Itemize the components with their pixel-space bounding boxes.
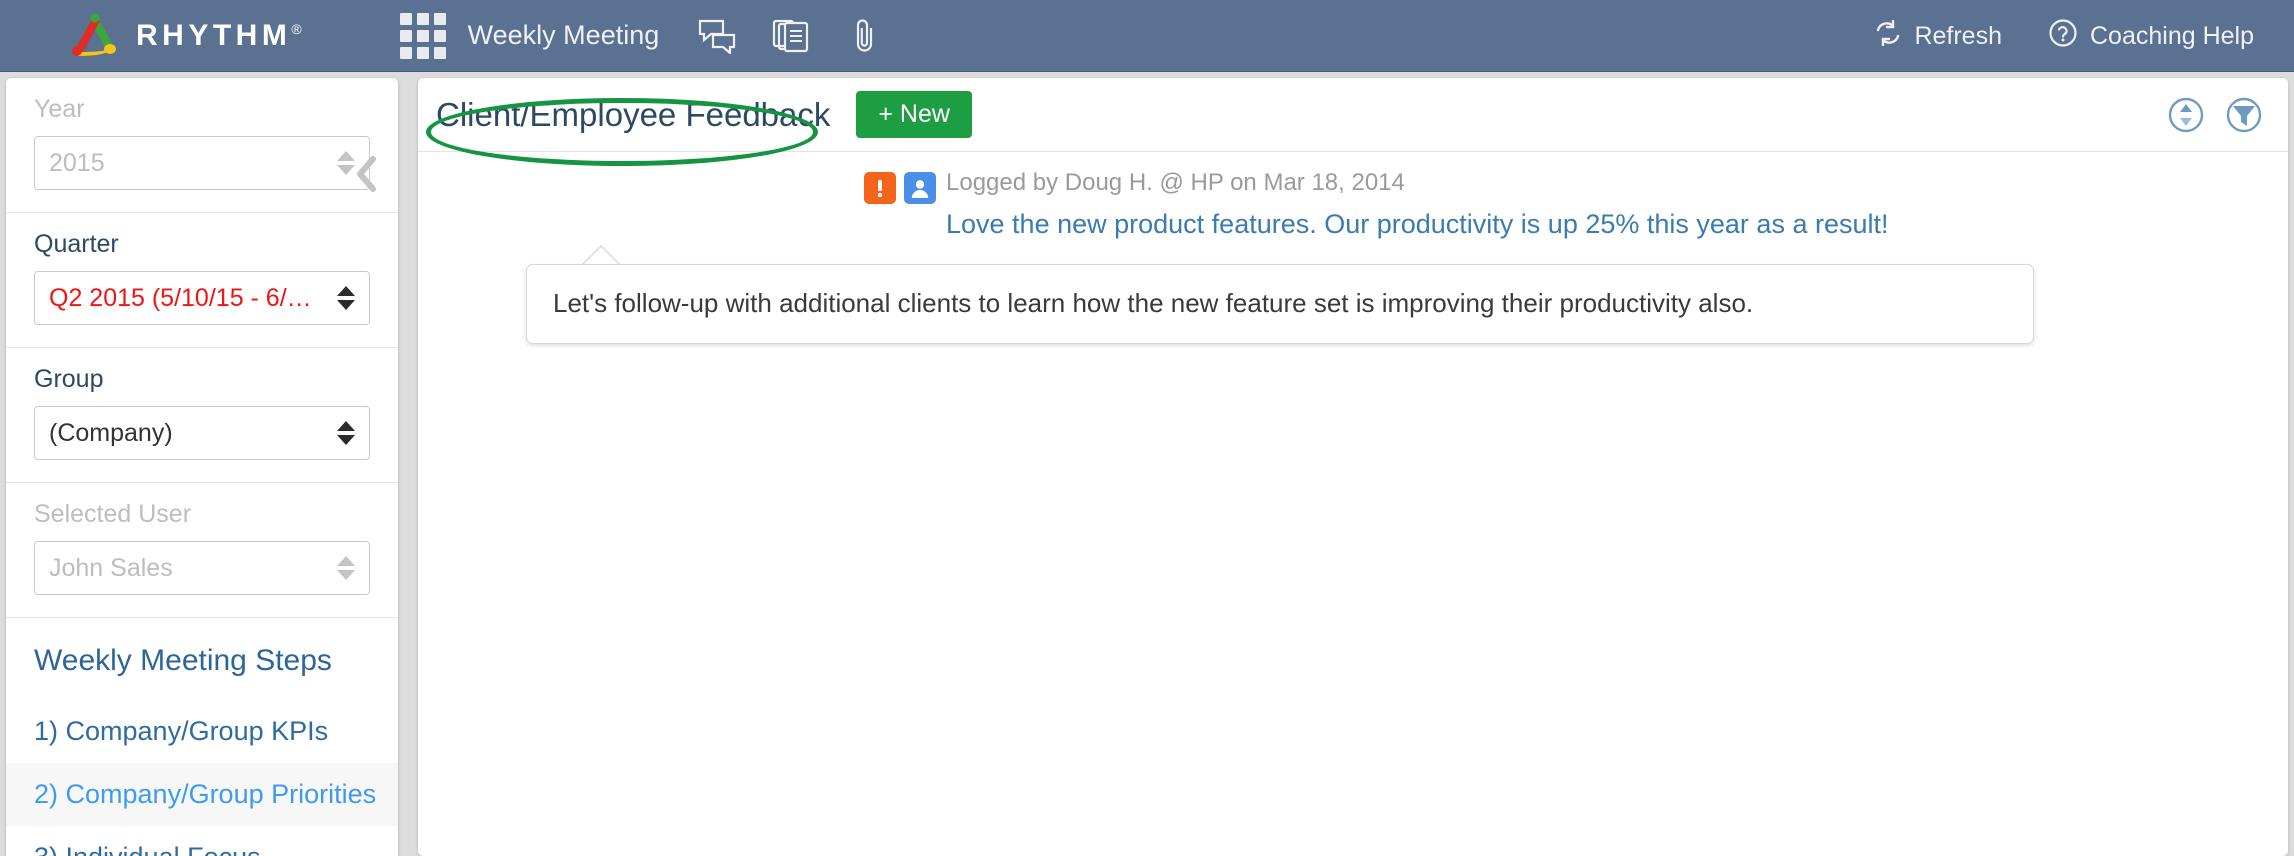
grid-cell	[433, 12, 446, 25]
feedback-meta: Logged by Doug H. @ HP on Mar 18, 2014	[946, 169, 1405, 196]
comment-text[interactable]: Let's follow-up with additional clients …	[526, 263, 2034, 344]
feedback-entry: Logged by Doug H. @ HP on Mar 18, 2014 L…	[418, 152, 2288, 344]
stepper-arrows-icon[interactable]	[337, 556, 355, 580]
selected-user-select[interactable]: John Sales	[34, 541, 370, 595]
rhythm-triangle-logo-icon	[66, 11, 120, 61]
sidebar-step-company-group-priorities[interactable]: 2) Company/Group Priorities	[6, 763, 398, 826]
quarter-value: Q2 2015 (5/10/15 - 6/30/15)	[49, 283, 321, 312]
documents-copy-icon[interactable]	[771, 15, 811, 57]
filter-funnel-icon[interactable]	[2222, 93, 2266, 137]
nav-icon-group	[697, 15, 885, 57]
sidebar-collapse-button[interactable]	[350, 155, 384, 198]
grid-apps-icon[interactable]	[399, 12, 446, 59]
group-value: (Company)	[49, 418, 173, 447]
grid-cell	[399, 12, 412, 25]
quarter-field-block: Quarter Q2 2015 (5/10/15 - 6/30/15)	[6, 213, 398, 348]
quarter-label: Quarter	[34, 230, 119, 258]
top-navigation-bar: RHYTHM® Weekly Meeting Refresh Coaching …	[0, 0, 2294, 72]
app-title[interactable]: Weekly Meeting	[468, 20, 660, 51]
group-field-block: Group (Company)	[6, 348, 398, 483]
stepper-arrows-icon[interactable]	[337, 421, 355, 445]
refresh-label: Refresh	[1914, 21, 2002, 50]
bubble-tail-inner	[584, 246, 618, 264]
nav-right-actions: Refresh Coaching Help	[1874, 0, 2254, 72]
new-feedback-button[interactable]: + New	[856, 91, 972, 138]
grid-cell	[399, 29, 412, 42]
main-content: Client/Employee Feedback + New Logged by…	[410, 72, 2294, 856]
grid-cell	[416, 29, 429, 42]
feedback-entry-body: Logged by Doug H. @ HP on Mar 18, 2014 L…	[946, 168, 1888, 242]
grid-cell	[433, 46, 446, 59]
selected-user-value: John Sales	[49, 553, 173, 582]
question-circle-icon	[2048, 18, 2078, 55]
year-value: 2015	[49, 148, 105, 177]
paperclip-attachment-icon[interactable]	[845, 15, 885, 57]
grid-cell	[433, 29, 446, 42]
chevron-left-icon	[354, 155, 380, 198]
weekly-meeting-steps-heading: Weekly Meeting Steps	[34, 644, 332, 677]
quarter-select[interactable]: Q2 2015 (5/10/15 - 6/30/15)	[34, 271, 370, 325]
entry-badges	[864, 172, 936, 204]
group-label: Group	[34, 365, 104, 393]
year-label: Year	[34, 95, 85, 123]
sidebar-card: Year 2015 Quarter Q2 2015 (5/10/15 - 6/3…	[6, 78, 398, 856]
brand-logo[interactable]: RHYTHM®	[66, 11, 302, 61]
grid-cell	[416, 46, 429, 59]
page-title: Client/Employee Feedback	[436, 95, 831, 133]
selected-user-field-block: Selected User John Sales	[6, 483, 398, 618]
grid-cell	[416, 12, 429, 25]
year-select[interactable]: 2015	[34, 136, 370, 190]
year-field-block: Year 2015	[6, 78, 398, 213]
feedback-comment-bubble: Let's follow-up with additional clients …	[526, 244, 2034, 344]
registered-mark: ®	[291, 20, 302, 37]
panel-header: Client/Employee Feedback + New	[418, 78, 2288, 166]
group-select[interactable]: (Company)	[34, 406, 370, 460]
person-badge-icon[interactable]	[904, 172, 936, 204]
feedback-text[interactable]: Love the new product features. Our produ…	[946, 208, 1888, 242]
panel-header-tools	[2164, 93, 2266, 137]
refresh-sync-icon	[1874, 19, 1902, 53]
exclamation-badge-icon[interactable]	[864, 172, 896, 204]
coaching-help-button[interactable]: Coaching Help	[2048, 18, 2254, 55]
sidebar-step-individual-focus[interactable]: 3) Individual Focus	[6, 826, 398, 856]
refresh-button[interactable]: Refresh	[1874, 19, 2002, 53]
stepper-arrows-icon[interactable]	[337, 286, 355, 310]
page-body: Year 2015 Quarter Q2 2015 (5/10/15 - 6/3…	[0, 72, 2294, 856]
feedback-entry-row: Logged by Doug H. @ HP on Mar 18, 2014 L…	[418, 168, 2288, 242]
coaching-help-label: Coaching Help	[2090, 21, 2254, 50]
feedback-panel: Client/Employee Feedback + New Logged by…	[418, 78, 2288, 856]
sort-icon[interactable]	[2164, 93, 2208, 137]
brand-name: RHYTHM®	[136, 18, 302, 52]
sidebar-step-company-group-kpis[interactable]: 1) Company/Group KPIs	[6, 700, 398, 763]
chat-bubbles-icon[interactable]	[697, 15, 737, 57]
grid-cell	[399, 46, 412, 59]
selected-user-label: Selected User	[34, 500, 192, 528]
sidebar: Year 2015 Quarter Q2 2015 (5/10/15 - 6/3…	[0, 72, 410, 856]
